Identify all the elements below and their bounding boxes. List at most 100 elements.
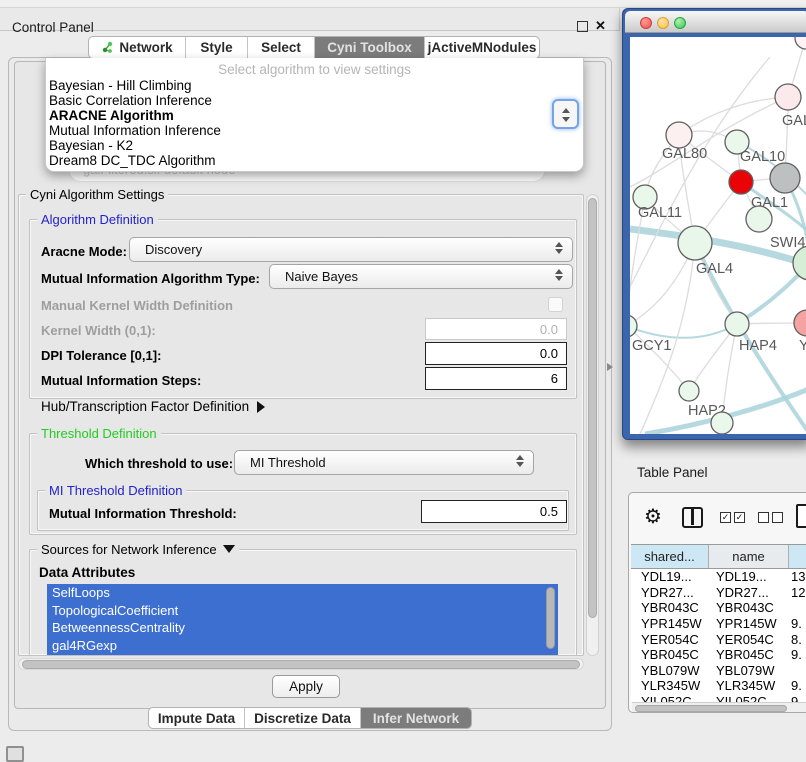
tab-label: Impute Data — [158, 711, 235, 726]
hub-definition-toggle[interactable]: Hub/Transcription Factor Definition — [41, 399, 265, 414]
network-node-gal80[interactable] — [666, 122, 692, 148]
attribute-list-scrollbar[interactable] — [546, 587, 555, 649]
network-node-gal4[interactable] — [678, 226, 712, 260]
which-threshold-select[interactable]: MI Threshold — [234, 450, 534, 475]
cyni-mode-tabbar: Impute Data Discretize DataInfer Network — [148, 707, 472, 729]
tab-jactivemnodules[interactable]: jActiveMNodules — [425, 37, 539, 58]
data-attribute-item[interactable]: SelfLoops — [47, 584, 558, 602]
mi-algorithm-type-select[interactable]: Naive Bayes — [269, 264, 573, 289]
network-node[interactable] — [795, 37, 806, 49]
apply-button[interactable]: Apply — [272, 675, 340, 698]
data-attribute-item[interactable]: gal4RGexp — [47, 637, 558, 655]
export-table-icon[interactable] — [796, 504, 806, 528]
checked-box-icon: ✓ — [734, 512, 745, 523]
network-node-gal1[interactable] — [770, 163, 800, 193]
table-cell: 9. — [789, 616, 806, 631]
minimized-panel-icon[interactable] — [6, 746, 24, 762]
manual-kernel-checkbox[interactable] — [548, 297, 563, 312]
network-node-hap2[interactable] — [679, 381, 699, 401]
network-node-swi4[interactable] — [746, 206, 772, 232]
network-node-y[interactable] — [794, 310, 806, 336]
table-cell: YBL079W — [631, 663, 709, 678]
mi-threshold-input[interactable]: 0.5 — [421, 500, 567, 523]
deselect-all-columns-icon[interactable] — [758, 512, 783, 523]
table-row[interactable]: YLR345WYLR345W9. — [631, 678, 806, 694]
sources-group-title[interactable]: Sources for Network Inference — [37, 542, 239, 557]
network-node[interactable] — [793, 246, 806, 280]
algorithm-option[interactable]: Bayesian - K2 — [46, 138, 583, 153]
kernel-width-input[interactable]: 0.0 — [425, 318, 567, 340]
tab-network[interactable]: Network — [89, 37, 186, 58]
tab-cyni-toolbox[interactable]: Cyni Toolbox — [315, 37, 425, 58]
data-attribute-item[interactable]: TopologicalCoefficient — [47, 602, 558, 620]
mi-threshold-group-title: MI Threshold Definition — [45, 483, 186, 498]
table-row[interactable]: YBL079WYBL079W — [631, 663, 806, 679]
table-row[interactable]: YIL052CYIL052C9 — [631, 694, 806, 702]
table-hscrollbar[interactable] — [632, 702, 806, 712]
node-label: GAL — [782, 113, 806, 129]
table-column-header[interactable]: name — [709, 545, 789, 568]
threshold-definition-title: Threshold Definition — [37, 426, 161, 441]
node-label: GCY1 — [632, 338, 672, 354]
tab-select[interactable]: Select — [248, 37, 315, 58]
aracne-mode-select[interactable]: Discovery — [129, 237, 573, 262]
float-panel-icon[interactable] — [577, 21, 588, 32]
zoom-window-button[interactable] — [674, 17, 686, 29]
algorithm-option[interactable]: Basic Correlation Inference — [46, 93, 583, 108]
tab-label: Network — [119, 40, 172, 55]
algorithm-option[interactable]: Mutual Information Inference — [46, 123, 583, 138]
which-threshold-value: MI Threshold — [250, 455, 326, 470]
table-cell: 8. — [789, 632, 806, 647]
table-row[interactable]: YBR045CYBR045C9. — [631, 647, 806, 663]
data-attributes-label: Data Attributes — [39, 565, 135, 580]
dpi-tolerance-input[interactable]: 0.0 — [425, 342, 567, 365]
algorithm-dropdown-placeholder: Select algorithm to view settings — [46, 58, 583, 78]
close-panel-icon[interactable]: ✕ — [595, 18, 606, 34]
data-attribute-item[interactable]: BetweennessCentrality — [47, 619, 558, 637]
table-column-header[interactable]: shared... — [631, 545, 709, 568]
data-attributes-list[interactable]: SelfLoopsTopologicalCoefficientBetweenne… — [47, 584, 558, 656]
tab-impute-data[interactable]: Impute Data — [149, 708, 245, 728]
network-node-hap4[interactable] — [725, 312, 749, 336]
node-label: Y — [799, 338, 806, 354]
manual-kernel-label: Manual Kernel Width Definition — [41, 298, 233, 313]
algorithm-combo-stepper[interactable] — [552, 99, 579, 129]
mi-steps-input[interactable]: 6 — [425, 367, 567, 390]
minimize-window-button[interactable] — [657, 17, 669, 29]
close-window-button[interactable] — [640, 17, 652, 29]
mi-algorithm-type-label: Mutual Information Algorithm Type: — [41, 271, 260, 286]
node-label: HAP4 — [739, 338, 777, 354]
network-window-titlebar[interactable] — [625, 11, 806, 33]
table-settings-gear-icon[interactable]: ⚙ — [644, 504, 662, 529]
algorithm-option[interactable]: ARACNE Algorithm — [46, 108, 583, 123]
table-cell: YER054C — [631, 632, 709, 647]
column-layout-icon[interactable] — [682, 507, 703, 528]
select-all-columns-icon[interactable]: ✓ ✓ — [720, 512, 745, 523]
table-hscrollbar-thumb[interactable] — [635, 705, 787, 712]
splitter-arrow-icon[interactable] — [607, 363, 613, 371]
tab-discretize-data[interactable]: Discretize Data — [245, 708, 361, 728]
table-cell: YIL052C — [631, 694, 709, 702]
network-node[interactable] — [729, 170, 753, 194]
network-canvas[interactable]: GALGAL80GAL10GAL1SWI4GAL11GAL4GCY1HAP4YH… — [630, 37, 806, 434]
table-column-header[interactable] — [789, 545, 806, 568]
algorithm-option[interactable]: Dream8 DC_TDC Algorithm — [46, 153, 583, 168]
algorithm-option[interactable]: Bayesian - Hill Climbing — [46, 78, 583, 93]
dpi-tolerance-label: DPI Tolerance [0,1]: — [41, 348, 161, 363]
table-row[interactable]: YDL19...YDL19...13 — [631, 569, 806, 585]
tab-label: Select — [261, 40, 301, 55]
network-node[interactable] — [711, 412, 733, 434]
network-node-gal[interactable] — [775, 84, 801, 110]
table-cell: YPR145W — [631, 616, 709, 631]
table-row[interactable]: YER054CYER054C8. — [631, 631, 806, 647]
aracne-mode-value: Discovery — [145, 242, 202, 257]
tab-style[interactable]: Style — [186, 37, 248, 58]
sources-title-text: Sources for Network Inference — [41, 542, 217, 557]
tab-label: Cyni Toolbox — [327, 40, 412, 55]
table-row[interactable]: YDR27...YDR27...12 — [631, 585, 806, 601]
table-row[interactable]: YBR043CYBR043C — [631, 600, 806, 616]
settings-hscrollbar-thumb[interactable] — [22, 660, 580, 669]
settings-vscrollbar-thumb[interactable] — [588, 198, 597, 618]
table-row[interactable]: YPR145WYPR145W9. — [631, 616, 806, 632]
tab-infer-network[interactable]: Infer Network — [361, 708, 471, 728]
